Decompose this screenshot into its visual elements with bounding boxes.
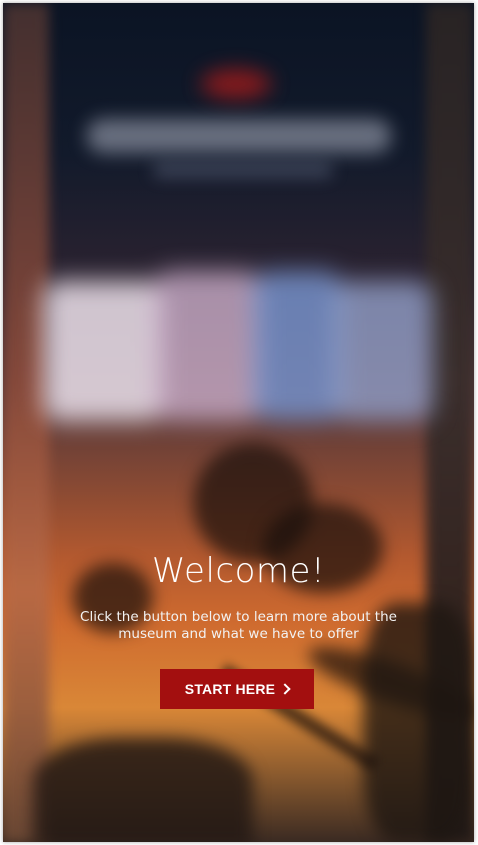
chevron-right-icon <box>279 683 291 695</box>
app-screen: Welcome! Click the button below to learn… <box>3 3 474 842</box>
start-here-button[interactable]: START HERE <box>160 669 314 709</box>
welcome-title: Welcome! <box>151 551 326 591</box>
start-here-label: START HERE <box>184 681 276 697</box>
welcome-panel: Welcome! Click the button below to learn… <box>3 3 474 842</box>
welcome-subtitle: Click the button below to learn more abo… <box>80 609 397 642</box>
